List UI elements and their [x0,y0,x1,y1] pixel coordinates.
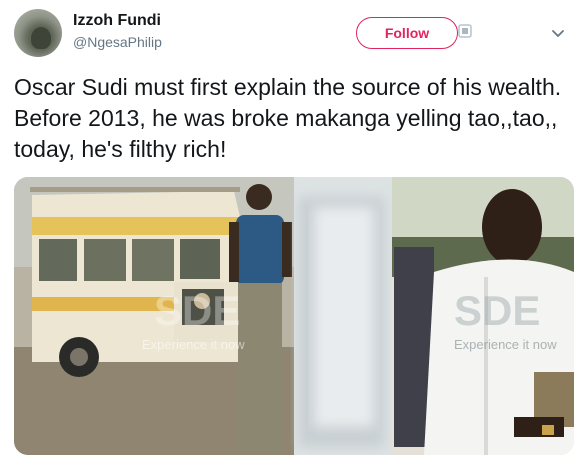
right-photo: SDE Experience it now [392,177,574,455]
svg-text:SDE: SDE [154,287,240,334]
tweet-text: Oscar Sudi must first explain the source… [14,74,562,162]
right-watermark: Experience it now [454,337,557,352]
follow-button[interactable]: Follow [356,17,458,49]
author-handle[interactable]: @NgesaPhilip [73,34,162,50]
tweet-media[interactable]: SDE Experience it now SDE Experience it … [14,177,574,455]
blurred-strip [294,177,392,455]
svg-text:SDE: SDE [454,287,540,334]
author-avatar[interactable] [14,9,62,57]
follow-settings-icon[interactable] [458,24,472,38]
left-photo: SDE Experience it now [14,177,294,455]
left-watermark: Experience it now [142,337,245,352]
author-name[interactable]: Izzoh Fundi [73,12,161,30]
chevron-down-icon[interactable] [549,24,567,42]
